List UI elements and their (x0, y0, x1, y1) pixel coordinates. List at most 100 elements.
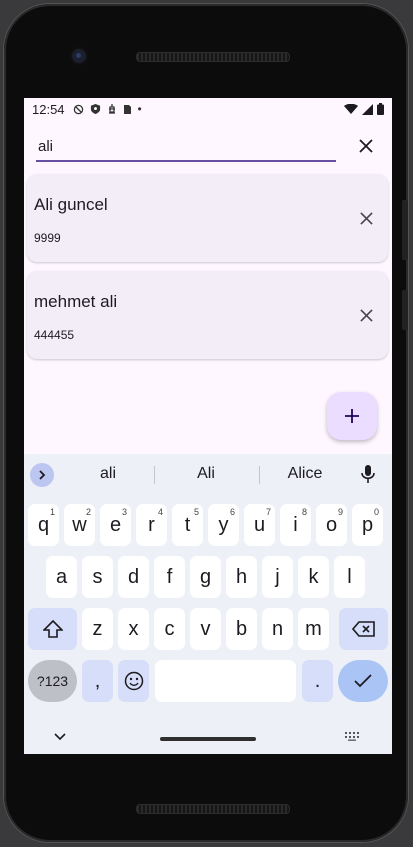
key-label: a (55, 565, 68, 588)
add-contact-button[interactable] (327, 392, 377, 440)
letter-key[interactable]: q1 (28, 504, 59, 546)
key-label: f (166, 565, 173, 588)
letter-key[interactable]: f (154, 556, 185, 598)
chevron-right-icon (39, 470, 46, 480)
letter-key[interactable]: z (82, 608, 113, 650)
volume-button (402, 200, 408, 260)
close-icon (359, 139, 373, 153)
letter-key[interactable]: w2 (64, 504, 95, 546)
key-hint: 3 (121, 507, 127, 517)
contact-card[interactable]: mehmet ali 444455 (27, 271, 388, 359)
letter-key[interactable]: e3 (100, 504, 131, 546)
suggestion-item[interactable]: Ali (161, 465, 251, 483)
shift-key[interactable] (28, 608, 77, 650)
notification-dot-icon: • (137, 102, 142, 116)
search-bar (36, 128, 382, 166)
shift-icon (42, 620, 63, 638)
letter-key[interactable]: r4 (136, 504, 167, 546)
key-label: i (293, 513, 298, 536)
letter-key[interactable]: g (190, 556, 221, 598)
contact-phone: 444455 (34, 328, 75, 342)
divider (154, 466, 155, 484)
key-label: g (199, 565, 212, 588)
symbols-key[interactable]: ?123 (28, 660, 77, 702)
emoji-key[interactable] (118, 660, 149, 702)
letter-key[interactable]: p0 (352, 504, 383, 546)
space-key[interactable] (155, 660, 296, 702)
letter-key[interactable]: n (262, 608, 293, 650)
key-label: z (92, 617, 103, 640)
contact-card[interactable]: Ali guncel 9999 (27, 174, 388, 262)
key-label: j (275, 565, 280, 588)
letter-key[interactable]: j (262, 556, 293, 598)
microphone-icon (361, 465, 375, 483)
letter-key[interactable]: m (298, 608, 329, 650)
emoji-icon (124, 671, 143, 691)
letter-key[interactable]: d (118, 556, 149, 598)
key-label: o (325, 513, 338, 536)
letter-key[interactable]: l (334, 556, 365, 598)
delete-contact-button[interactable] (352, 204, 380, 232)
key-label: x (128, 617, 139, 640)
letter-key[interactable]: s (82, 556, 113, 598)
key-label: h (235, 565, 248, 588)
expand-toolbar-button[interactable] (30, 463, 54, 487)
front-camera (72, 49, 86, 63)
suggestion-item[interactable]: Alice (260, 465, 350, 483)
letter-key[interactable]: a (46, 556, 77, 598)
switch-keyboard-button[interactable] (344, 728, 360, 746)
no-disturb-icon (73, 104, 83, 114)
status-time: 12:54 (32, 101, 65, 117)
clear-search-button[interactable] (352, 132, 380, 160)
sim-card-icon (123, 104, 131, 114)
suggestion-strip: ali Ali Alice (24, 454, 392, 494)
search-input[interactable] (36, 132, 336, 162)
letter-key[interactable]: o9 (316, 504, 347, 546)
period-key[interactable]: . (302, 660, 333, 702)
letter-key[interactable]: t5 (172, 504, 203, 546)
letter-key[interactable]: h (226, 556, 257, 598)
letter-key[interactable]: x (118, 608, 149, 650)
key-label: d (127, 565, 140, 588)
bottom-speaker (136, 804, 290, 814)
letter-key[interactable]: b (226, 608, 257, 650)
letter-key[interactable]: i8 (280, 504, 311, 546)
key-label: p (361, 513, 374, 536)
comma-key[interactable]: , (82, 660, 113, 702)
check-icon (354, 674, 372, 688)
navigation-bar (24, 724, 392, 754)
key-hint: 2 (85, 507, 91, 517)
hide-keyboard-button[interactable] (54, 728, 66, 746)
key-label: s (92, 565, 103, 588)
keyboard-icon (345, 732, 359, 741)
close-icon (359, 308, 373, 322)
chevron-down-icon (54, 733, 66, 741)
earpiece-speaker (136, 52, 290, 62)
on-screen-keyboard: ali Ali Alice ?123 , . q 1 w 2 e 3 r 4 t… (24, 454, 392, 754)
shield-icon (90, 103, 100, 115)
enter-key[interactable] (338, 660, 388, 702)
key-hint: 8 (301, 507, 307, 517)
key-hint: 4 (157, 507, 163, 517)
key-label: y (218, 513, 229, 536)
key-label: m (305, 617, 322, 640)
letter-key[interactable]: v (190, 608, 221, 650)
suggestion-item[interactable]: ali (63, 465, 153, 483)
key-label: v (200, 617, 211, 640)
backspace-key[interactable] (339, 608, 388, 650)
voice-input-button[interactable] (361, 464, 375, 489)
plus-icon (345, 409, 359, 423)
contact-name: mehmet ali (34, 292, 118, 311)
battery-icon (377, 103, 384, 115)
signal-icon (362, 103, 373, 115)
home-gesture-handle[interactable] (160, 737, 256, 741)
letter-key[interactable]: y6 (208, 504, 239, 546)
key-label: e (109, 513, 122, 536)
delete-contact-button[interactable] (352, 301, 380, 329)
status-bar: 12:54 • (24, 98, 392, 120)
key-label: u (253, 513, 266, 536)
letter-key[interactable]: k (298, 556, 329, 598)
letter-key[interactable]: u7 (244, 504, 275, 546)
letter-key[interactable]: c (154, 608, 185, 650)
key-hint: 7 (265, 507, 271, 517)
